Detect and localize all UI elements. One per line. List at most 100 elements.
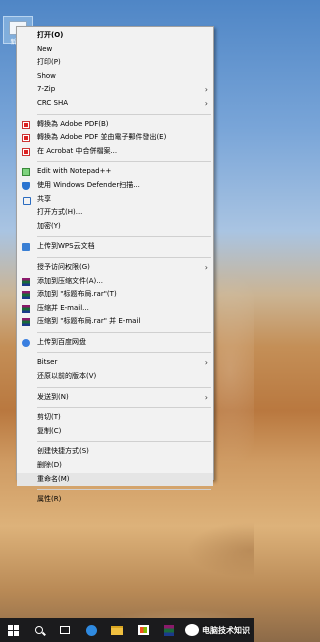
taskbar: 电脑技术知识	[0, 618, 254, 642]
menu-separator	[37, 407, 211, 409]
menu-item[interactable]: 7-Zip ›	[17, 83, 213, 97]
task-view-icon	[60, 626, 70, 634]
menu-item[interactable]: 上传到WPS云文档	[17, 240, 213, 254]
menu-item[interactable]: 使用 Windows Defender扫描...	[17, 179, 213, 193]
menu-item[interactable]: 打开方式(H)...	[17, 206, 213, 220]
menu-item[interactable]: 添加到压缩文件(A)...	[17, 275, 213, 289]
menu-item-label: 还原以前的版本(V)	[37, 372, 97, 381]
wechat-icon	[185, 624, 199, 636]
menu-item[interactable]: 添加到 "标题布局.rar"(T)	[17, 288, 213, 302]
menu-item[interactable]: 创建快捷方式(S)	[17, 445, 213, 459]
menu-item-label: 共享	[37, 194, 51, 203]
menu-item-label: 删除(D)	[37, 461, 62, 470]
menu-item[interactable]: 轉換為 Adobe PDF(B)	[17, 118, 213, 132]
menu-item-label: New	[37, 44, 53, 53]
menu-separator	[37, 489, 211, 491]
menu-item-label: 轉換為 Adobe PDF 並由電子郵件發出(E)	[37, 133, 167, 142]
menu-item[interactable]: 打开(O)	[17, 29, 213, 43]
menu-item[interactable]: 压缩到 "标题布局.rar" 并 E-mail	[17, 315, 213, 329]
menu-item[interactable]: 压缩并 E-mail...	[17, 302, 213, 316]
start-button[interactable]	[0, 618, 26, 642]
menu-item-label: 复制(C)	[37, 426, 62, 435]
menu-item-label: Bitser	[37, 358, 58, 367]
winrar-icon	[22, 277, 30, 286]
notepadpp-icon	[22, 168, 30, 177]
menu-item[interactable]: 还原以前的版本(V)	[17, 370, 213, 384]
menu-item-label: 打开(O)	[37, 31, 64, 39]
menu-item-label: 属性(R)	[37, 495, 62, 504]
menu-separator	[37, 236, 211, 238]
menu-item[interactable]: Show	[17, 70, 213, 84]
menu-item[interactable]: 授予访问权限(G) ›	[17, 261, 213, 275]
menu-item-label: 授予访问权限(G)	[37, 262, 90, 271]
edge-button[interactable]	[78, 618, 104, 642]
menu-item-label: 上传到百度网盘	[37, 337, 86, 346]
menu-item-label: 在 Acrobat 中合併檔案...	[37, 146, 118, 155]
menu-separator	[37, 441, 211, 443]
menu-item-label: 轉換為 Adobe PDF(B)	[37, 119, 109, 128]
share-icon	[22, 196, 31, 205]
menu-item[interactable]: 复制(C)	[17, 425, 213, 439]
store-button[interactable]	[130, 618, 156, 642]
task-view-button[interactable]	[52, 618, 78, 642]
winrar-button[interactable]	[156, 618, 182, 642]
menu-item-label: CRC SHA	[37, 98, 69, 107]
menu-separator	[37, 161, 211, 163]
menu-item-label: 加密(Y)	[37, 221, 61, 230]
menu-item-label: 上传到WPS云文档	[37, 242, 95, 251]
menu-separator	[37, 386, 211, 388]
menu-separator	[37, 113, 211, 115]
menu-item[interactable]: 发送到(N) ›	[17, 391, 213, 405]
context-menu: 打开(O) New 打印(P) Show 7-Zip › CRC SHA › 轉換為 Adobe…	[16, 26, 214, 503]
winrar-icon	[164, 624, 174, 636]
menu-item[interactable]: Bitser ›	[17, 356, 213, 370]
menu-item-label: Show	[37, 71, 56, 80]
menu-separator	[37, 256, 211, 258]
menu-item[interactable]: 重命名(M)	[17, 472, 213, 487]
menu-item[interactable]: 上传到百度网盘	[17, 336, 213, 350]
watermark-text: 电脑技术知识	[202, 625, 250, 635]
menu-item[interactable]: 加密(Y)	[17, 220, 213, 234]
watermark: 电脑技术知识	[185, 621, 250, 639]
menu-item[interactable]: CRC SHA ›	[17, 97, 213, 111]
adobe-pdf-icon	[22, 134, 30, 143]
submenu-arrow-icon: ›	[204, 392, 208, 402]
menu-item-label: 剪切(T)	[37, 413, 61, 422]
menu-item-label: 打开方式(H)...	[37, 208, 83, 217]
baidu-netdisk-icon	[22, 338, 30, 347]
menu-item-label: 添加到 "标题布局.rar"(T)	[37, 290, 117, 299]
file-explorer-button[interactable]	[104, 618, 130, 642]
file-explorer-icon	[111, 625, 123, 635]
menu-item-label: 重命名(M)	[37, 474, 70, 483]
store-icon	[137, 625, 149, 635]
wps-cloud-icon	[22, 243, 30, 252]
adobe-pdf-icon	[22, 120, 30, 129]
menu-item[interactable]: 轉換為 Adobe PDF 並由電子郵件發出(E)	[17, 131, 213, 145]
menu-item[interactable]: 删除(D)	[17, 459, 213, 473]
menu-item[interactable]: 打印(P)	[17, 56, 213, 70]
winrar-icon	[22, 304, 30, 313]
menu-separator	[37, 352, 211, 354]
submenu-arrow-icon: ›	[204, 85, 208, 95]
menu-item-label: 添加到压缩文件(A)...	[37, 276, 103, 285]
menu-item[interactable]: 剪切(T)	[17, 411, 213, 425]
menu-item-label: Edit with Notepad++	[37, 167, 112, 176]
search-icon	[35, 626, 43, 634]
menu-item-label: 发送到(N)	[37, 392, 69, 401]
menu-item-label: 打印(P)	[37, 58, 61, 67]
menu-item[interactable]: 共享	[17, 193, 213, 207]
search-button[interactable]	[26, 618, 52, 642]
menu-item[interactable]: New	[17, 43, 213, 57]
menu-item-label: 创建快捷方式(S)	[37, 447, 89, 456]
menu-item[interactable]: 属性(R)	[17, 493, 213, 507]
menu-item[interactable]: Edit with Notepad++	[17, 165, 213, 179]
menu-item-label: 7-Zip	[37, 85, 56, 94]
windows-start-icon	[7, 624, 19, 636]
menu-item[interactable]: 在 Acrobat 中合併檔案...	[17, 145, 213, 159]
winrar-icon	[22, 318, 30, 327]
submenu-arrow-icon: ›	[204, 262, 208, 272]
menu-item-label: 压缩并 E-mail...	[37, 303, 89, 312]
menu-item-label: 使用 Windows Defender扫描...	[37, 180, 140, 189]
menu-separator	[37, 331, 211, 333]
submenu-arrow-icon: ›	[204, 358, 208, 368]
